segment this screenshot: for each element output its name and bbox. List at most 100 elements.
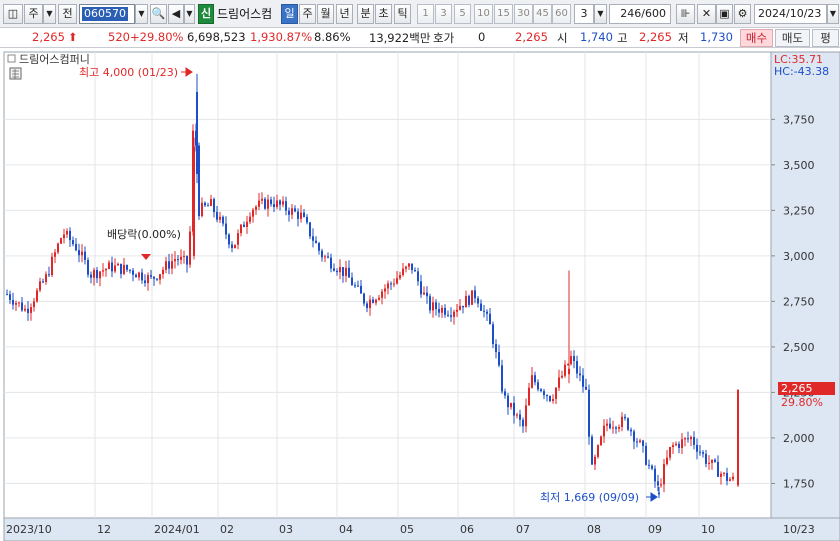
candle-body	[498, 351, 500, 366]
open-label: 시	[557, 31, 568, 45]
prev-button[interactable]: 전	[58, 4, 77, 24]
interval-3[interactable]: 3	[435, 4, 452, 24]
period-day[interactable]: 일	[281, 4, 298, 24]
candle-body	[450, 315, 452, 317]
eval-button[interactable]: 평	[812, 29, 839, 47]
period-week[interactable]: 주	[299, 4, 316, 24]
candle-body	[658, 492, 660, 495]
interval-value[interactable]: 3	[574, 4, 594, 24]
candle-body	[615, 427, 617, 429]
type-selector[interactable]: 주	[24, 4, 43, 24]
candle-body	[222, 216, 224, 224]
period-minute[interactable]: 분	[357, 4, 374, 24]
candle-body	[237, 233, 239, 245]
candle-body	[456, 309, 458, 312]
low-label: 저	[678, 31, 689, 45]
ask-label: 호가	[433, 31, 455, 45]
candle-body	[228, 234, 230, 245]
bar-count-input[interactable]: 246/600	[609, 4, 671, 24]
period-second[interactable]: 초	[375, 4, 392, 24]
quote-bar: 2,265 ⬆ 520 +29.80% 6,698,523 1,930.87% …	[0, 28, 840, 48]
candle-body	[609, 423, 611, 429]
candle-body	[366, 303, 368, 309]
chart-toolbar: ◫ 주 ▼ 전 060570 ▼ 🔍 ◀ ▼ 신 드림어스컴 일 주 월 년 분…	[0, 0, 840, 28]
stock-code-input[interactable]: 060570	[79, 4, 135, 24]
candle-body	[306, 216, 308, 223]
interval-dropdown-icon[interactable]: ▼	[594, 4, 607, 24]
date-tick-label: 06	[460, 523, 474, 536]
volume: 6,698,523	[187, 30, 246, 44]
sell-button[interactable]: 매도	[775, 29, 810, 47]
low-annotation: 최저 1,669 (09/09)	[540, 491, 639, 504]
candle-body	[303, 212, 305, 217]
candle-body	[81, 251, 83, 256]
candle-body	[546, 395, 548, 397]
candle-body	[477, 298, 479, 304]
speaker-dropdown-icon[interactable]: ▼	[184, 4, 195, 24]
candle-body	[339, 267, 341, 273]
interval-45[interactable]: 45	[533, 4, 552, 24]
candle-body	[57, 243, 59, 253]
candle-body	[375, 299, 377, 303]
interval-10[interactable]: 10	[474, 4, 493, 24]
candle-body	[9, 294, 11, 300]
candle-settings-icon[interactable]: ⊪	[676, 4, 695, 24]
period-year[interactable]: 년	[336, 4, 353, 24]
candle-body	[372, 299, 374, 303]
date-dropdown-icon[interactable]: ▼	[827, 4, 839, 24]
speaker-icon[interactable]: ◀	[168, 4, 184, 24]
candle-body	[189, 231, 191, 265]
candle-body	[687, 438, 689, 440]
candle-body	[510, 402, 512, 408]
candle-body	[672, 445, 674, 447]
stock-name: 드림어스컴	[217, 7, 273, 21]
candle-body	[600, 436, 602, 446]
candle-body	[264, 198, 266, 209]
candle-body	[486, 311, 488, 314]
candle-body	[51, 256, 53, 276]
interval-5[interactable]: 5	[454, 4, 471, 24]
type-dropdown-icon[interactable]: ▼	[43, 4, 56, 24]
candle-body	[63, 234, 65, 239]
candle-body	[279, 200, 281, 205]
ask-price: 2,265	[515, 30, 548, 44]
candle-body	[642, 440, 644, 446]
interval-15[interactable]: 15	[494, 4, 513, 24]
candle-body	[321, 250, 323, 258]
candle-body	[684, 438, 686, 440]
search-icon[interactable]: 🔍	[150, 4, 167, 24]
chart-type-icon[interactable]: ◫	[3, 4, 23, 24]
candlestick-chart[interactable]: 1,7502,0002,2502,5002,7503,0003,2503,500…	[0, 48, 840, 541]
open-price: 1,740	[580, 30, 613, 44]
candle-body	[78, 250, 80, 256]
candle-body	[159, 274, 161, 280]
candle-body	[711, 459, 713, 463]
code-dropdown-icon[interactable]: ▼	[135, 4, 148, 24]
candle-body	[12, 299, 14, 305]
candle-body	[171, 261, 173, 269]
period-tick[interactable]: 틱	[394, 4, 411, 24]
candle-body	[198, 145, 200, 217]
candle-body	[737, 389, 739, 486]
candle-body	[6, 294, 8, 296]
interval-30[interactable]: 30	[514, 4, 533, 24]
candle-body	[657, 481, 659, 486]
candle-body	[261, 198, 263, 201]
candle-body	[441, 307, 443, 313]
interval-1[interactable]: 1	[417, 4, 434, 24]
buy-button[interactable]: 매수	[740, 29, 773, 47]
save-icon[interactable]: ▣	[716, 4, 733, 24]
candle-body	[639, 440, 641, 443]
period-month[interactable]: 월	[317, 4, 334, 24]
date-input[interactable]: 2024/10/23	[754, 4, 827, 24]
candle-body	[690, 437, 692, 440]
candle-body	[36, 290, 38, 302]
candle-body	[87, 260, 89, 275]
candle-body	[570, 356, 572, 365]
crosshair-icon[interactable]: ✕	[697, 4, 716, 24]
interval-60[interactable]: 60	[552, 4, 571, 24]
candle-body	[387, 283, 389, 289]
candle-body	[531, 375, 533, 388]
low-price: 1,730	[700, 30, 733, 44]
gear-icon[interactable]: ⚙	[734, 4, 751, 24]
